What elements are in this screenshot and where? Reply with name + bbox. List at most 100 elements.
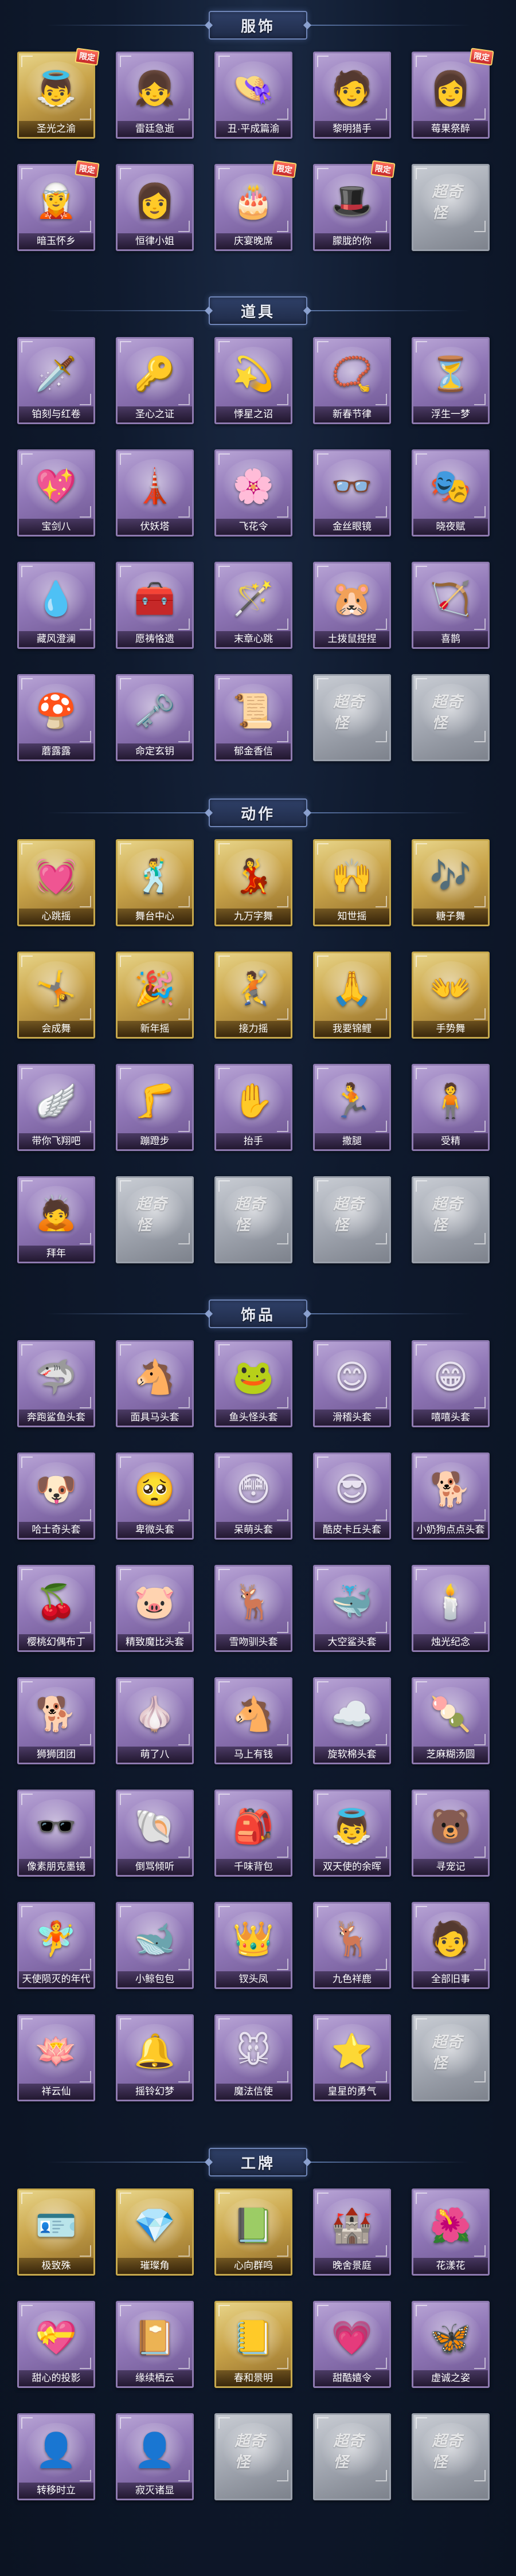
- item-card[interactable]: 🐕 小奶狗点点头套: [412, 1453, 490, 1540]
- card-frame: 🐻 寻宠记: [412, 1790, 490, 1877]
- item-card[interactable]: 🪄 末章心跳: [214, 562, 292, 649]
- item-card[interactable]: 📔 缘续栖云: [116, 2301, 194, 2388]
- frame-corner: [80, 2358, 91, 2369]
- item-card[interactable]: 🧑 全部旧事: [412, 1902, 490, 1989]
- item-card[interactable]: ✋ 抬手: [214, 1064, 292, 1151]
- item-card[interactable]: 🎒 千味背包: [214, 1790, 292, 1877]
- item-card[interactable]: 👼 双天使的余晖: [313, 1790, 391, 1877]
- item-card[interactable]: 🐷 精致魔比头套: [116, 1565, 194, 1652]
- item-card[interactable]: 🎩 朦胧的你 限定: [313, 160, 396, 251]
- item-card[interactable]: 🎉 新年摇: [116, 952, 194, 1039]
- item-card[interactable]: ☁️ 旋软棉头套: [313, 1677, 391, 1764]
- item-card[interactable]: 😁 嘻嘻头套: [412, 1340, 490, 1427]
- item-card[interactable]: 🕯️ 烛光纪念: [412, 1565, 490, 1652]
- item-card[interactable]: 🧄 萌了八: [116, 1677, 194, 1764]
- item-card[interactable]: 💗 甜酷嬉令: [313, 2301, 391, 2388]
- item-card[interactable]: 🐋 小鲸包包: [116, 1902, 194, 1989]
- item-card[interactable]: 👤 转移时立: [17, 2413, 95, 2500]
- item-card[interactable]: 📒 春和景明: [214, 2301, 292, 2388]
- item-card[interactable]: 📿 新春节律: [313, 337, 391, 424]
- item-image-icon: 🦌: [232, 1583, 275, 1620]
- item-card[interactable]: 👓 金丝眼镜: [313, 449, 391, 537]
- item-card[interactable]: 📗 心向群鸣: [214, 2189, 292, 2276]
- frame-corner: [21, 1681, 33, 1693]
- item-card[interactable]: 🌸 飞花令: [214, 449, 292, 537]
- item-card[interactable]: 🎶 糖子舞: [412, 839, 490, 926]
- item-card[interactable]: 🏰 晚舍景庭: [313, 2189, 391, 2276]
- item-card[interactable]: 💧 藏风澄澜: [17, 562, 95, 649]
- item-card[interactable]: 👩 恒律小姐: [116, 164, 194, 251]
- item-card[interactable]: 👼 圣光之渝 限定: [17, 48, 100, 139]
- item-card[interactable]: 👩 莓果祭醉 限定: [412, 48, 494, 139]
- item-card[interactable]: 💓 心跳摇: [17, 839, 95, 926]
- divider-line: [304, 812, 470, 813]
- item-card[interactable]: 🍄 蘑露露: [17, 674, 95, 761]
- item-card[interactable]: 🍡 芝麻糊汤圆: [412, 1677, 490, 1764]
- item-card[interactable]: 🤸 会成舞: [17, 952, 95, 1039]
- item-card[interactable]: 😊 滑稽头套: [313, 1340, 391, 1427]
- item-card[interactable]: 🐴 面具马头套: [116, 1340, 194, 1427]
- item-card[interactable]: 💫 悸星之诏: [214, 337, 292, 424]
- item-card[interactable]: 😎 酷皮卡丘头套: [313, 1453, 391, 1540]
- item-card[interactable]: 🥺 卑微头套: [116, 1453, 194, 1540]
- item-card[interactable]: 🦈 奔跑鲨鱼头套: [17, 1340, 95, 1427]
- item-card[interactable]: 🎭 晓夜赋: [412, 449, 490, 537]
- item-card[interactable]: 🏃 撒腿: [313, 1064, 391, 1151]
- item-card[interactable]: 🗝️ 命定玄钥: [116, 674, 194, 761]
- item-card[interactable]: 👑 钗头凤: [214, 1902, 292, 1989]
- item-card[interactable]: 👤 寂灭诸显: [116, 2413, 194, 2500]
- item-card[interactable]: 🦋 虚诚之姿: [412, 2301, 490, 2388]
- item-card[interactable]: 🌺 花漾花: [412, 2189, 490, 2276]
- item-card[interactable]: 🔔 摇铃幻梦: [116, 2014, 194, 2101]
- item-card[interactable]: 🙏 我要锦鲤: [313, 952, 391, 1039]
- item-card[interactable]: 🎂 庆宴晚席 限定: [214, 160, 297, 251]
- item-card[interactable]: 🐸 鱼头怪头套: [214, 1340, 292, 1427]
- frame-corner: [218, 2018, 230, 2030]
- item-card[interactable]: 🕺 舞台中心: [116, 839, 194, 926]
- item-card[interactable]: 💖 宝剑八: [17, 449, 95, 537]
- card-frame: 🌸 飞花令: [214, 449, 292, 537]
- item-card[interactable]: 🦌 九色祥鹿: [313, 1902, 391, 1989]
- item-card[interactable]: 🐕 狮狮团团: [17, 1677, 95, 1764]
- item-card[interactable]: ⏳ 浮生一梦: [412, 337, 490, 424]
- item-card[interactable]: 😳 呆萌头套: [214, 1453, 292, 1540]
- item-card[interactable]: 👧 雷廷急逝: [116, 52, 194, 139]
- section-header: 动作: [0, 796, 516, 830]
- item-card[interactable]: 🙌 知世摇: [313, 839, 391, 926]
- item-card[interactable]: 🕶️ 像素朋克墨镜: [17, 1790, 95, 1877]
- item-card[interactable]: 👒 丑·平成篇渝: [214, 52, 292, 139]
- item-card[interactable]: 🧚 天使陨灭的年代: [17, 1902, 95, 1989]
- item-card[interactable]: 🪷 祥云仙: [17, 2014, 95, 2101]
- item-card[interactable]: 🧰 愿祷恪遗: [116, 562, 194, 649]
- item-card[interactable]: 🐚 倒骂倾听: [116, 1790, 194, 1877]
- item-card[interactable]: 🐭 魔法信使: [214, 2014, 292, 2101]
- item-card[interactable]: 🍒 樱桃幻偶布丁: [17, 1565, 95, 1652]
- item-card[interactable]: 💎 璀璨角: [116, 2189, 194, 2276]
- item-card[interactable]: 🗡️ 铂刻与红卷: [17, 337, 95, 424]
- item-card[interactable]: 👐 手势舞: [412, 952, 490, 1039]
- item-card[interactable]: 🔑 圣心之证: [116, 337, 194, 424]
- item-card[interactable]: 🦌 雪吻驯头套: [214, 1565, 292, 1652]
- item-card[interactable]: 🪪 极致殊: [17, 2189, 95, 2276]
- item-card[interactable]: 💝 甜心的投影: [17, 2301, 95, 2388]
- item-card[interactable]: 🪽 带你飞翔吧: [17, 1064, 95, 1151]
- item-card[interactable]: 🗼 伏妖塔: [116, 449, 194, 537]
- item-card[interactable]: 🧝 暗玉怀乡 限定: [17, 160, 100, 251]
- item-card[interactable]: 🙇 拜年: [17, 1176, 95, 1263]
- item-card[interactable]: 🏹 喜鹊: [412, 562, 490, 649]
- card-frame: 🙇 拜年: [17, 1176, 95, 1263]
- item-card[interactable]: 🐻 寻宠记: [412, 1790, 490, 1877]
- item-image-icon: 👧: [134, 70, 176, 107]
- item-card[interactable]: 🐳 大空鲨头套: [313, 1565, 391, 1652]
- frame-corner: [376, 2470, 387, 2481]
- item-card[interactable]: 🐶 哈士奇头套: [17, 1453, 95, 1540]
- item-card[interactable]: 📜 郁金香信: [214, 674, 292, 761]
- item-card[interactable]: 🐹 土拨鼠捏捏: [313, 562, 391, 649]
- item-card[interactable]: 🤾 接力摇: [214, 952, 292, 1039]
- item-card[interactable]: ⭐ 皇星的勇气: [313, 2014, 391, 2101]
- item-card[interactable]: 🧍 受精: [412, 1064, 490, 1151]
- item-card[interactable]: 🐴 马上有钱: [214, 1677, 292, 1764]
- item-card[interactable]: 💃 九万字舞: [214, 839, 292, 926]
- item-card[interactable]: 🦵 蹦蹬步: [116, 1064, 194, 1151]
- item-card[interactable]: 🧑 黎明猎手: [313, 52, 391, 139]
